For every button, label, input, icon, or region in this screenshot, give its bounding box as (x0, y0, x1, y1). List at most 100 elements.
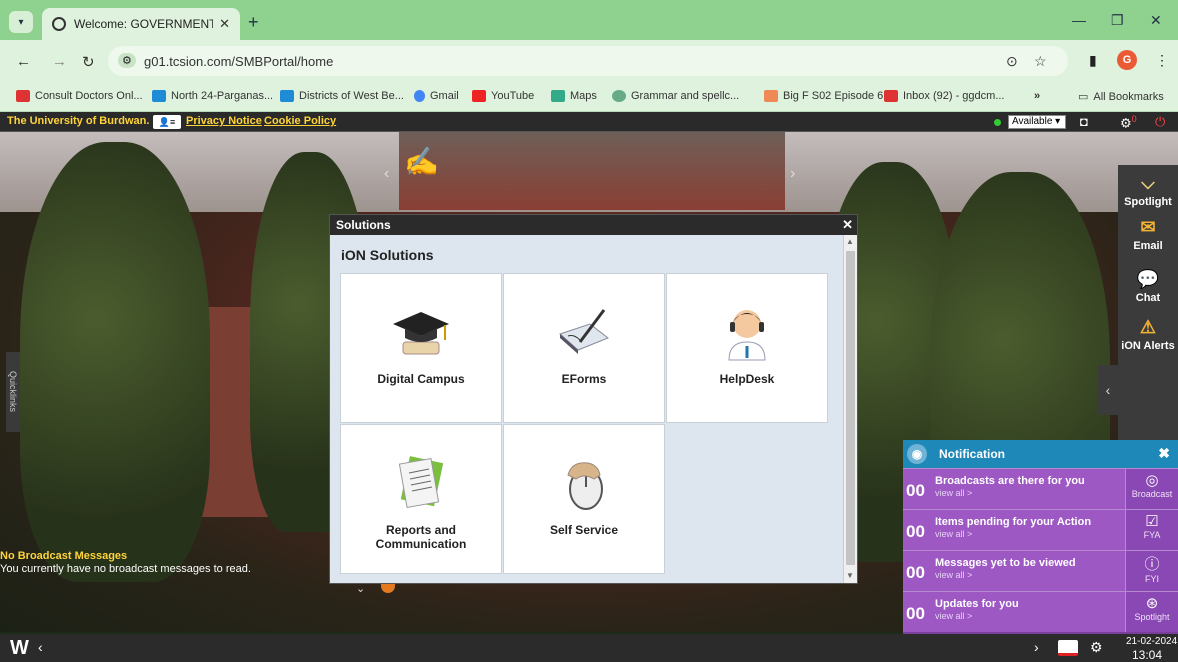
back-button[interactable]: ← (16, 53, 31, 70)
tile-self-service[interactable]: Self Service (503, 424, 665, 574)
scroll-thumb[interactable] (846, 251, 855, 565)
address-bar-row: ← → ↻ ⚙ g01.tcsion.com/SMBPortal/home ⊙ … (0, 40, 1178, 82)
spotlight-icon: ⌵ (1141, 173, 1155, 193)
bookmark-item[interactable]: North 24-Parganas... (152, 90, 273, 102)
more-bookmarks-button[interactable]: » (1034, 90, 1040, 102)
video-icon (764, 90, 778, 102)
carousel-prev-icon[interactable]: ‹ (384, 165, 389, 183)
broadcast-button[interactable]: ◎ Broadcast (1125, 469, 1178, 509)
privacy-notice-link[interactable]: Privacy Notice (186, 115, 262, 127)
minimize-button[interactable]: — (1072, 12, 1086, 28)
dialog-scrollbar[interactable]: ▲ ▼ (843, 235, 857, 583)
sidebar-item-spotlight[interactable]: ⌵ Spotlight (1118, 173, 1178, 208)
fya-button[interactable]: ☑ FYA (1125, 510, 1178, 550)
scroll-up-icon[interactable]: ▲ (846, 237, 854, 246)
helpdesk-icon (667, 302, 827, 362)
ion-logo-icon[interactable]: W (10, 637, 29, 660)
bookmark-item[interactable]: Inbox (92) - ggdcm... (884, 90, 1005, 102)
view-all-link[interactable]: view all > (935, 529, 972, 539)
bookmark-favicon-icon (280, 90, 294, 102)
scroll-down-icon[interactable]: ▼ (846, 571, 854, 580)
bookmark-item[interactable]: YouTube (472, 90, 534, 102)
url-field[interactable]: ⚙ g01.tcsion.com/SMBPortal/home ⊙ ☆ (108, 46, 1068, 76)
browser-tab-bar: ▾ Welcome: GOVERNMENT GENE ✕ + — ❐ ✕ (0, 0, 1178, 40)
bookmark-item[interactable]: Maps (551, 90, 597, 102)
notification-row-broadcast[interactable]: 00 Broadcasts are there for you view all… (903, 468, 1178, 509)
banner-carousel (399, 132, 785, 210)
url-text: g01.tcsion.com/SMBPortal/home (144, 54, 334, 69)
settings-gear-icon[interactable]: ⚙ (1090, 639, 1103, 656)
menu-kebab-icon[interactable]: ⋮ (1155, 52, 1169, 69)
notification-message: Items pending for your Action (935, 516, 1092, 528)
sidebar-collapse-button[interactable]: ‹ (1098, 365, 1118, 415)
notification-message: Messages yet to be viewed (935, 557, 1076, 569)
view-all-link[interactable]: view all > (935, 570, 972, 580)
spotlight-icon: ⊛ (1145, 595, 1159, 612)
taskbar-back-icon[interactable]: ‹ (38, 639, 43, 655)
messenger-icon[interactable] (1058, 640, 1078, 656)
sidebar-item-email[interactable]: ✉ Email (1118, 217, 1178, 252)
tile-helpdesk[interactable]: HelpDesk (666, 273, 828, 423)
dialog-subtitle: iON Solutions (341, 247, 434, 263)
reports-icon (341, 453, 501, 513)
sidebar-item-ion-alerts[interactable]: ⚠ iON Alerts (1118, 317, 1178, 352)
notification-row-spotlight[interactable]: 00 Updates for you view all > ⊛ Spotlight (903, 591, 1178, 632)
bookmark-star-icon[interactable]: ☆ (1034, 53, 1047, 70)
bookmarks-bar: Consult Doctors Onl... North 24-Parganas… (0, 82, 1178, 112)
bookmark-item[interactable]: Gmail (414, 90, 459, 102)
notification-close-icon[interactable]: ✖ (1158, 445, 1170, 462)
new-tab-button[interactable]: + (248, 12, 259, 33)
eforms-banner-icon: ✍ (404, 146, 439, 177)
folder-icon: ▭ (1078, 91, 1089, 103)
dialog-close-icon[interactable]: ✕ (842, 217, 853, 233)
fyi-button[interactable]: ⓘ FYI (1125, 551, 1178, 591)
info-icon: ⓘ (1144, 556, 1160, 573)
notification-message: Broadcasts are there for you (935, 475, 1085, 487)
notification-row-fyi[interactable]: 00 Messages yet to be viewed view all > … (903, 550, 1178, 591)
location-icon[interactable]: ⊙ (1006, 53, 1018, 70)
sidebar-item-chat[interactable]: 💬 Chat (1118, 269, 1178, 304)
profile-avatar[interactable]: G (1117, 50, 1137, 70)
side-panel-icon[interactable]: ▮ (1089, 52, 1097, 69)
forward-button[interactable]: → (52, 53, 67, 70)
broadcast-icon: ◎ (1145, 472, 1159, 489)
availability-select[interactable]: Available ▾ (1008, 115, 1066, 129)
camera-icon[interactable]: ◘ (1080, 114, 1088, 129)
taskbar-forward-icon[interactable]: › (1034, 639, 1039, 655)
checklist-icon: ☑ (1145, 513, 1159, 530)
tile-eforms[interactable]: EForms (503, 273, 665, 423)
notification-row-fya[interactable]: 00 Items pending for your Action view al… (903, 509, 1178, 550)
profile-menu-icon[interactable]: 👤≡ (153, 115, 181, 129)
all-bookmarks-button[interactable]: ▭ All Bookmarks (1078, 90, 1164, 104)
bookmark-item[interactable]: Consult Doctors Onl... (16, 90, 143, 102)
alerts-icon[interactable]: ⚙0 (1120, 114, 1137, 131)
view-all-link[interactable]: view all > (935, 611, 972, 621)
browser-tab[interactable]: Welcome: GOVERNMENT GENE ✕ (42, 8, 240, 40)
site-info-icon[interactable]: ⚙ (118, 53, 136, 68)
tile-reports-communication[interactable]: Reports and Communication (340, 424, 502, 574)
tile-label: HelpDesk (719, 372, 775, 386)
tab-search-button[interactable]: ▾ (9, 11, 33, 33)
tab-close-icon[interactable]: ✕ (219, 16, 230, 32)
tile-label: Digital Campus (377, 372, 465, 386)
logout-power-icon[interactable]: ⏻ (1155, 114, 1165, 130)
bookmark-item[interactable]: Grammar and spellc... (612, 90, 739, 102)
bookmark-item[interactable]: Districts of West Be... (280, 90, 404, 102)
google-icon (414, 90, 425, 102)
tile-digital-campus[interactable]: Digital Campus (340, 273, 502, 423)
reload-button[interactable]: ↻ (82, 53, 95, 71)
restore-button[interactable]: ❐ (1111, 12, 1124, 29)
quicklinks-tab[interactable]: Quicklinks (6, 352, 20, 432)
view-all-link[interactable]: view all > (935, 488, 972, 498)
spotlight-button[interactable]: ⊛ Spotlight (1125, 592, 1178, 632)
notification-count: 00 (906, 522, 925, 541)
notification-count: 00 (906, 563, 925, 582)
close-window-button[interactable]: ✕ (1150, 12, 1162, 29)
notification-count: 00 (906, 604, 925, 623)
bookmark-favicon-icon (152, 90, 166, 102)
maps-icon (551, 90, 565, 102)
bookmark-item[interactable]: Big F S02 Episode 6... (764, 90, 892, 102)
carousel-next-icon[interactable]: › (790, 165, 795, 183)
cookie-policy-link[interactable]: Cookie Policy (264, 115, 336, 127)
notification-message: Updates for you (935, 598, 1019, 610)
